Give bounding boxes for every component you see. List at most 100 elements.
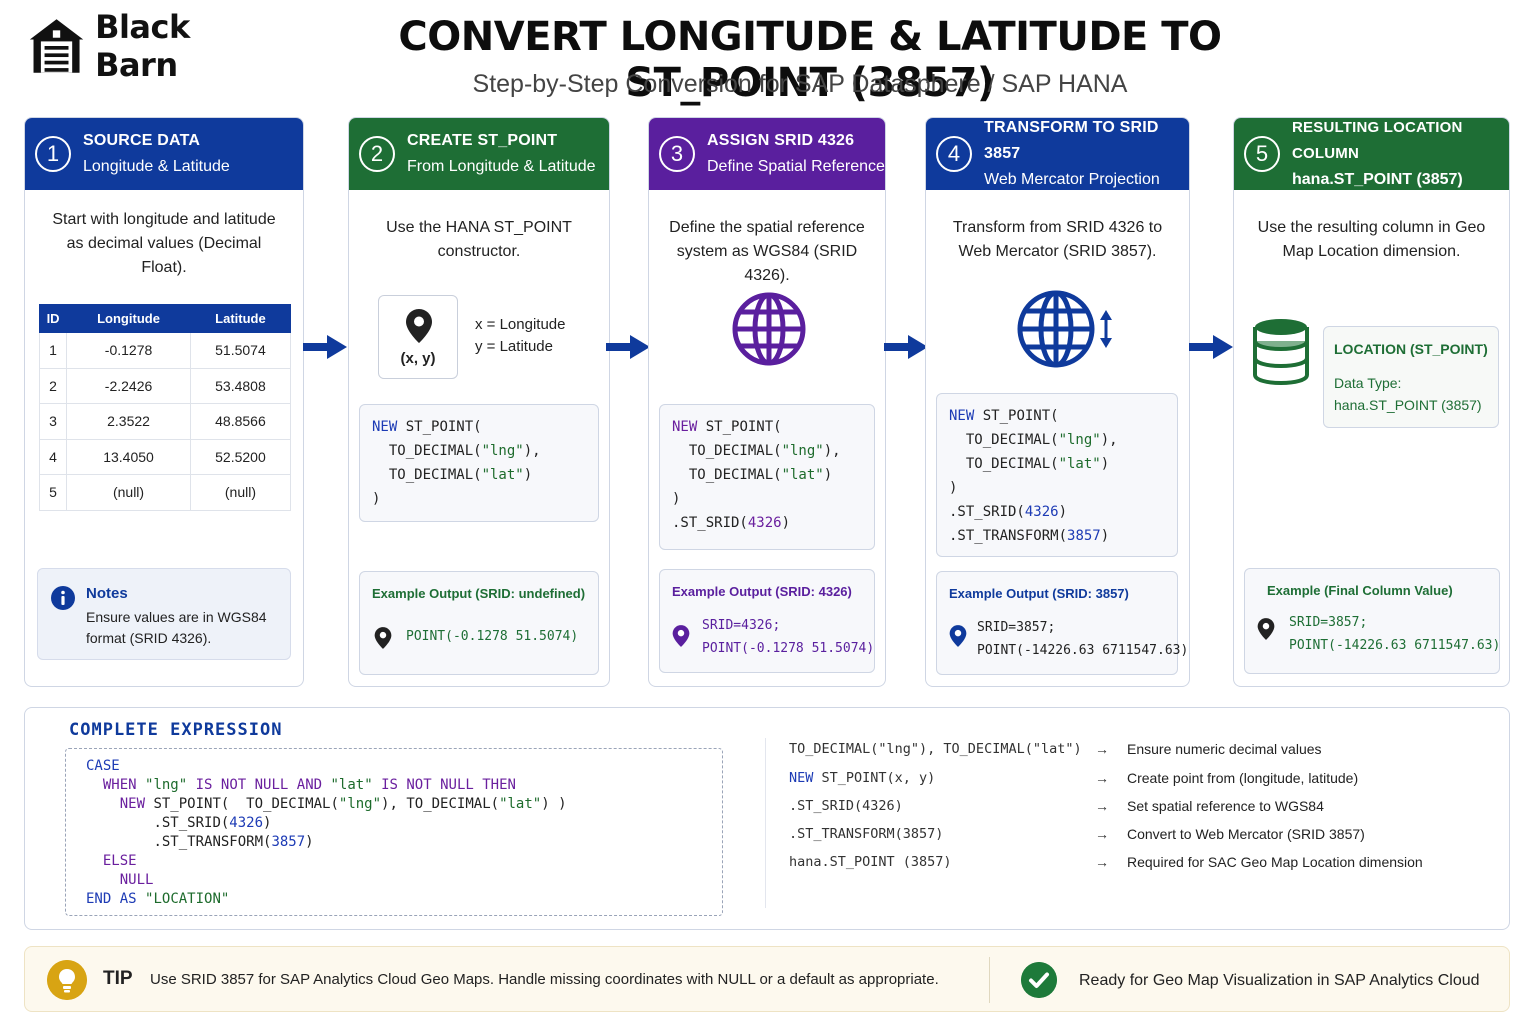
step-4-card: 4 TRANSFORM TO SRID 3857 Web Mercator Pr… [925, 117, 1190, 687]
arrow-right-icon [1189, 335, 1233, 359]
step-1-card: 1 SOURCE DATA Longitude & Latitude Start… [24, 117, 304, 687]
step-description: Transform from SRID 4326 to Web Mercator… [952, 219, 1163, 260]
complete-expression-panel: COMPLETE EXPRESSION CASE WHEN "lng" IS N… [24, 707, 1510, 930]
divider [765, 738, 766, 908]
column-header: Longitude [66, 304, 191, 333]
step-description: Use the resulting column in Geo Map Loca… [1257, 219, 1486, 260]
table-cell: -0.1278 [66, 332, 191, 369]
tip-bar: TIP Use SRID 3857 for SAP Analytics Clou… [24, 946, 1510, 1012]
legend-text: Create point from (longitude, latitude) [1127, 770, 1359, 786]
table-row: 1 -0.1278 51.5074 [38, 332, 292, 369]
x-label: x = Longitude [475, 316, 566, 333]
legend-code: NEW ST_POINT(x, y) [789, 770, 936, 786]
arrow-right-icon [884, 335, 928, 359]
column-header: Latitude [189, 304, 292, 333]
step-subtitle: Longitude & Latitude [83, 158, 230, 175]
table-cell: 3 [38, 403, 68, 440]
table-cell: 48.8566 [189, 403, 292, 440]
step-title: TRANSFORM TO SRID 3857 [984, 119, 1159, 162]
output-title: Example Output (SRID: 4326) [672, 584, 852, 599]
table-row: 2 -2.2426 53.4808 [38, 367, 292, 404]
example-output-box: Example Output (SRID: 4326) SRID=4326; P… [659, 569, 875, 673]
tip-label: TIP [103, 968, 133, 989]
table-cell: 51.5074 [189, 332, 292, 369]
output-title: Example (Final Column Value) [1267, 583, 1453, 598]
map-pin-icon [374, 627, 392, 649]
column-type-label: Data Type: [1334, 375, 1402, 391]
step-number: 4 [936, 136, 972, 172]
complete-expression-title: COMPLETE EXPRESSION [69, 720, 283, 740]
step-subtitle: hana.ST_POINT (3857) [1292, 171, 1463, 188]
table-cell: 2.3522 [66, 403, 191, 440]
table-cell: 4 [38, 438, 68, 475]
step-number: 1 [35, 136, 71, 172]
step-number: 3 [659, 136, 695, 172]
arrow-icon: → [1095, 741, 1109, 757]
notes-text: Ensure values are in WGS84 format (SRID … [86, 609, 267, 646]
step-subtitle: Define Spatial Reference [707, 158, 885, 175]
step-title: RESULTING LOCATION COLUMN [1292, 119, 1463, 162]
table-cell: 53.4808 [189, 367, 292, 404]
step-2-header: 2 CREATE ST_POINT From Longitude & Latit… [349, 118, 609, 190]
page-subtitle: Step-by-Step Conversion for SAP Datasphe… [472, 70, 1128, 98]
step-2-card: 2 CREATE ST_POINT From Longitude & Latit… [348, 117, 610, 687]
step-number: 5 [1244, 136, 1280, 172]
lightbulb-icon [47, 960, 87, 1000]
info-icon [51, 586, 75, 610]
column-type: hana.ST_POINT (3857) [1334, 397, 1482, 413]
map-pin-icon [406, 309, 432, 343]
brand-logo: Black Barn [28, 8, 268, 84]
legend-text: Ensure numeric decimal values [1127, 741, 1322, 757]
column-title: LOCATION (ST_POINT) [1334, 341, 1488, 357]
notes-box: Notes Ensure values are in WGS84 format … [37, 568, 291, 660]
legend-code: TO_DECIMAL("lng"), TO_DECIMAL("lat") [789, 741, 1082, 757]
arrow-icon: → [1095, 770, 1109, 786]
arrow-right-icon [303, 335, 347, 359]
table-row: 4 13.4050 52.5200 [38, 438, 292, 475]
table-cell: -2.2426 [66, 367, 191, 404]
arrow-icon: → [1095, 826, 1109, 842]
map-pin-icon [1257, 618, 1275, 640]
step-description: Define the spatial reference system as W… [669, 219, 865, 284]
legend-row: .ST_SRID(4326) → Set spatial reference t… [789, 795, 1489, 817]
code-block: NEW ST_POINT( TO_DECIMAL("lng"), TO_DECI… [936, 393, 1178, 557]
table-row: 3 2.3522 48.8566 [38, 403, 292, 440]
globe-icon [732, 292, 806, 366]
table-row: 5 (null) (null) [38, 474, 292, 511]
table-cell: 2 [38, 367, 68, 404]
legend-row: TO_DECIMAL("lng"), TO_DECIMAL("lat") → E… [789, 738, 1489, 760]
step-1-header: 1 SOURCE DATA Longitude & Latitude [25, 118, 303, 190]
map-pin-icon [949, 625, 967, 647]
legend-row: hana.ST_POINT (3857) → Required for SAC … [789, 851, 1489, 873]
step-title: SOURCE DATA [83, 132, 201, 149]
code-block: NEW ST_POINT( TO_DECIMAL("lng"), TO_DECI… [659, 404, 875, 550]
table-cell: 52.5200 [189, 438, 292, 475]
arrow-icon: → [1095, 798, 1109, 814]
globe-transform-icon [1017, 290, 1112, 368]
output-value: POINT(-0.1278 51.5074) [406, 629, 579, 644]
source-data-table: ID Longitude Latitude 1 -0.1278 51.5074 … [38, 304, 292, 511]
step-3-card: 3 ASSIGN SRID 4326 Define Spatial Refere… [648, 117, 886, 687]
step-3-header: 3 ASSIGN SRID 4326 Define Spatial Refere… [649, 118, 885, 190]
table-cell: (null) [66, 474, 191, 511]
complete-expression-code: CASE WHEN "lng" IS NOT NULL AND "lat" IS… [65, 748, 723, 916]
table-cell: 1 [38, 332, 68, 369]
barn-icon [29, 19, 84, 73]
step-subtitle: From Longitude & Latitude [407, 158, 596, 175]
ready-text: Ready for Geo Map Visualization in SAP A… [1079, 972, 1480, 989]
tip-text: Use SRID 3857 for SAP Analytics Cloud Ge… [150, 971, 939, 988]
arrow-icon: → [1095, 854, 1109, 870]
table-cell: 13.4050 [66, 438, 191, 475]
step-5-header: 5 RESULTING LOCATION COLUMN hana.ST_POIN… [1234, 118, 1509, 190]
table-cell: (null) [189, 474, 292, 511]
output-value: SRID=3857; POINT(-14226.63 6711547.63) [1289, 615, 1501, 653]
output-title: Example Output (SRID: 3857) [949, 586, 1129, 601]
check-circle-icon [1021, 962, 1057, 998]
notes-title: Notes [86, 585, 128, 602]
output-value: SRID=4326; POINT(-0.1278 51.5074) [702, 618, 875, 656]
legend-code: hana.ST_POINT (3857) [789, 854, 952, 870]
legend-text: Set spatial reference to WGS84 [1127, 798, 1324, 814]
step-subtitle: Web Mercator Projection [984, 171, 1160, 188]
step-description: Start with longitude and latitude as dec… [52, 211, 276, 276]
output-value: SRID=3857; POINT(-14226.63 6711547.63) [977, 620, 1189, 658]
